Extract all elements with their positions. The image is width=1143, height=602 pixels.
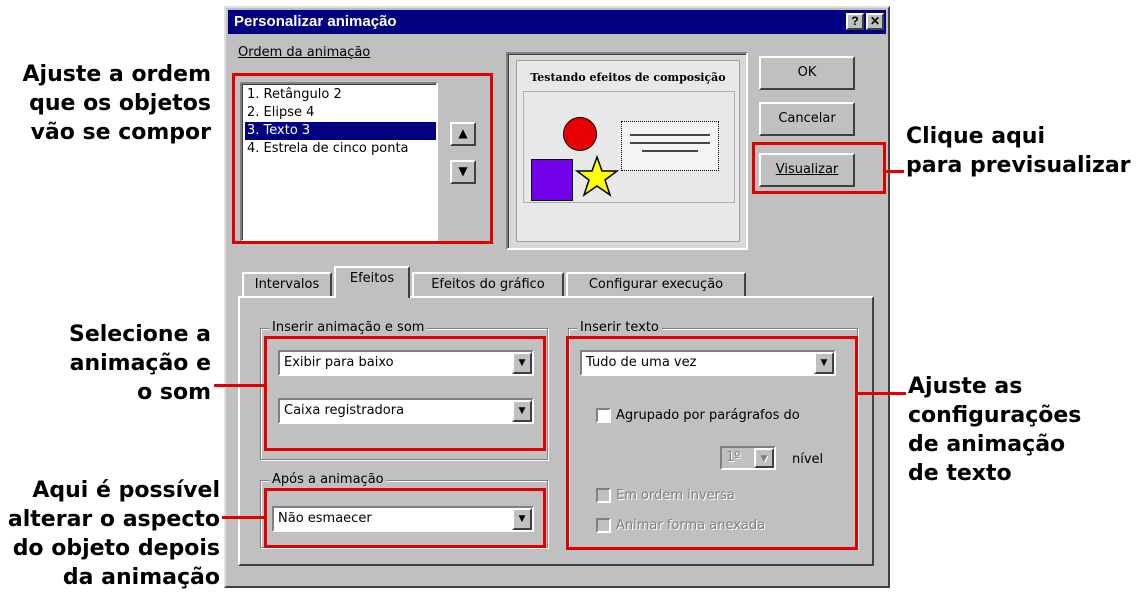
preview-rectangle (531, 159, 573, 201)
leader-preview (884, 170, 904, 173)
preview-ellipse (563, 117, 597, 151)
order-label: Ordem da animação (238, 45, 371, 60)
tab-intervals[interactable]: Intervalos (242, 272, 332, 296)
highlight-animation-sound (264, 336, 546, 451)
highlight-preview-button (752, 142, 886, 194)
annotation-text-settings: Ajuste as configurações de animação de text… (908, 374, 1082, 486)
dialog-title: Personalizar animação (234, 13, 397, 30)
leader-after-animation (222, 516, 266, 519)
preview-slide-title: Testando efeitos de composição (530, 71, 726, 84)
leader-animation-sound (214, 384, 264, 387)
annotation-animation-sound: Selecione a animação eo som (68, 322, 211, 405)
after-animation-label: Após a animação (269, 472, 387, 487)
annotation-preview: Clique aqui para previsualizar (906, 124, 1131, 178)
leader-text-settings (856, 392, 906, 395)
highlight-after-animation (264, 488, 546, 548)
cancel-button[interactable]: Cancelar (759, 102, 855, 136)
close-icon[interactable]: ✕ (866, 13, 884, 30)
annotation-order: Ajuste a ordem que os objetos vão se compo… (22, 62, 211, 145)
slide-preview: Testando efeitos de composição (506, 52, 748, 250)
title-bar[interactable]: Personalizar animação ? ✕ (228, 10, 886, 34)
preview-text-box (621, 121, 719, 171)
highlight-order-list (232, 73, 493, 244)
tab-chart-effects[interactable]: Efeitos do gráfico (412, 272, 564, 296)
tab-run-settings[interactable]: Configurar execução (566, 272, 746, 296)
insert-animation-label: Inserir animação e som (269, 320, 428, 335)
insert-text-label: Inserir texto (577, 320, 662, 335)
tab-effects[interactable]: Efeitos (334, 266, 410, 298)
ok-button[interactable]: OK (759, 56, 855, 90)
highlight-text-settings (566, 336, 858, 550)
preview-star (575, 155, 619, 197)
help-button[interactable]: ? (846, 13, 864, 30)
annotation-after-animation: Aqui é possível alterar o aspecto do objet… (7, 478, 220, 590)
